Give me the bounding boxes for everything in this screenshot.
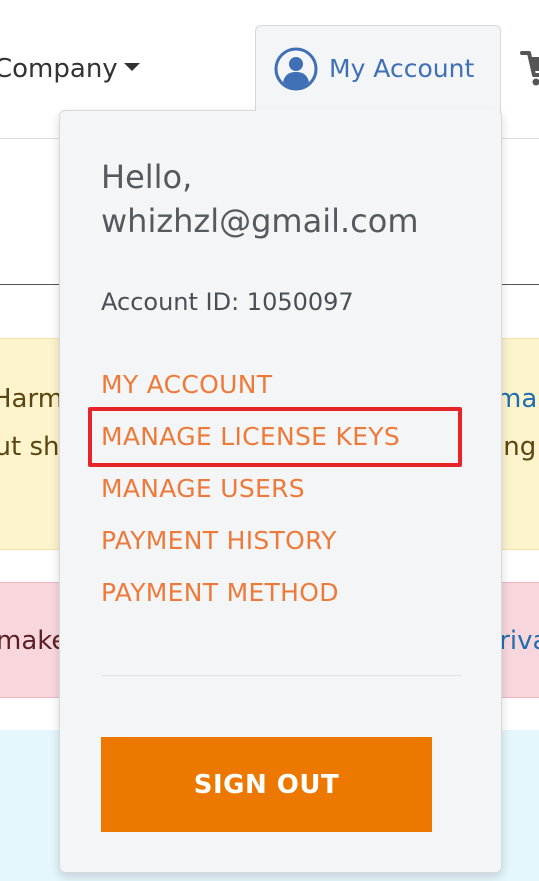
greeting-email: whizhzl@gmail.com <box>101 202 419 240</box>
sign-out-button[interactable]: SIGN OUT <box>101 737 432 832</box>
highlight-box <box>88 407 462 467</box>
menu-payment-history[interactable]: PAYMENT HISTORY <box>101 524 337 558</box>
warning-link[interactable]: mana <box>496 379 539 419</box>
account-id: Account ID: 1050097 <box>101 288 354 316</box>
menu-manage-users[interactable]: MANAGE USERS <box>101 472 305 506</box>
page: Company My Account Harmoni but sh mana i… <box>0 0 539 881</box>
company-menu[interactable]: Company <box>0 50 140 88</box>
menu-my-account[interactable]: MY ACCOUNT <box>101 368 272 402</box>
my-account-label: My Account <box>329 54 475 83</box>
greeting: Hello, whizhzl@gmail.com <box>101 155 419 243</box>
danger-text: make <box>0 626 68 656</box>
caret-down-icon <box>123 62 140 71</box>
company-menu-label: Company <box>0 54 118 84</box>
warning-text-line2: but sh <box>0 432 60 462</box>
account-dropdown: Hello, whizhzl@gmail.com Account ID: 105… <box>59 110 502 873</box>
menu-payment-method[interactable]: PAYMENT METHOD <box>101 576 339 610</box>
tab-connector <box>256 108 500 114</box>
shopping-cart-icon[interactable] <box>520 45 539 89</box>
user-circle-icon <box>274 47 318 91</box>
warning-text-right: ing <box>496 432 537 462</box>
greeting-hello: Hello, <box>101 158 193 196</box>
menu-divider <box>101 675 461 676</box>
